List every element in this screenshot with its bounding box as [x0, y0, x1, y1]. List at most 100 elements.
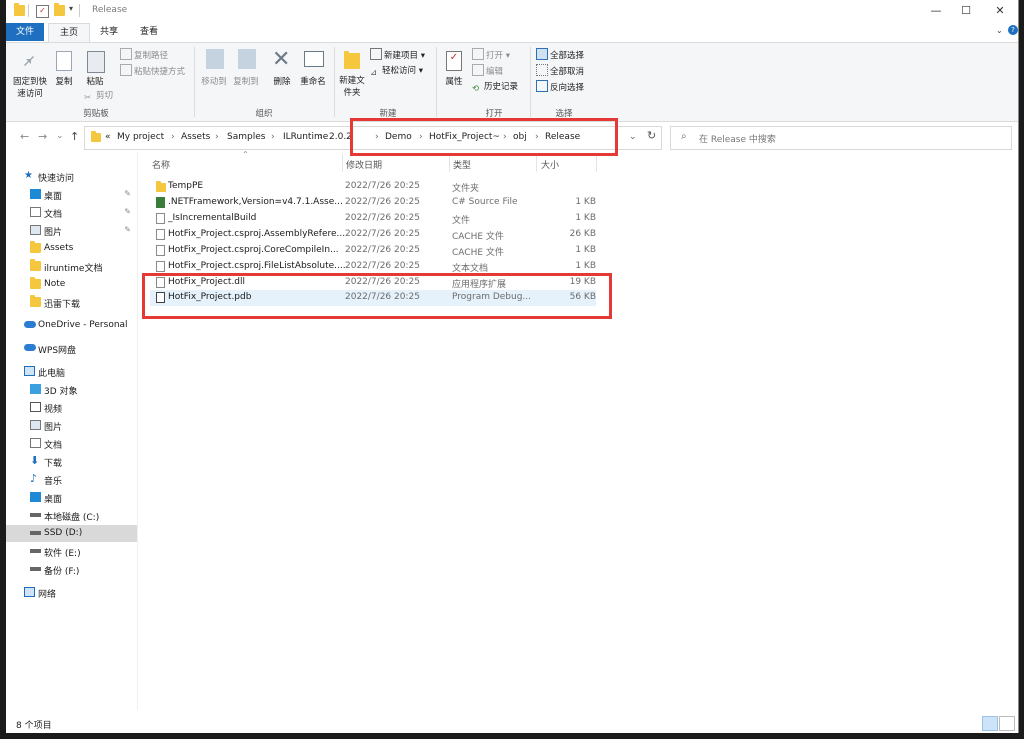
new-item-button[interactable]: 新建项目 ▾ [370, 48, 425, 61]
column-header-type[interactable]: 类型 [453, 158, 471, 171]
details-view-icon[interactable] [982, 716, 998, 731]
address-dropdown-icon[interactable]: ⌄ [629, 132, 637, 142]
new-folder-button[interactable]: 新建文件夹 [336, 75, 368, 99]
breadcrumb-version[interactable]: 2.0.2 [329, 132, 352, 142]
column-header-modified[interactable]: 修改日期 [346, 158, 382, 171]
divider [28, 4, 29, 17]
column-header-name[interactable]: 名称 [152, 158, 170, 171]
invert-selection-button[interactable]: 反向选择 [536, 80, 584, 93]
sidebar-item-videos[interactable]: 视频 [6, 399, 137, 416]
tab-file[interactable]: 文件 [6, 23, 44, 41]
delete-button[interactable]: 删除 [268, 75, 296, 87]
help-icon[interactable]: ? [1008, 25, 1018, 35]
file-row[interactable]: TempPE 2022/7/26 20:25 文件夹 [150, 179, 596, 195]
sidebar-item-pictures[interactable]: 图片 ✎ [6, 222, 137, 239]
divider [530, 47, 531, 117]
tab-view[interactable]: 查看 [130, 23, 168, 41]
move-to-button[interactable]: 移动到 [198, 75, 230, 87]
open-icon [472, 48, 484, 60]
collapse-ribbon-icon[interactable]: ⌄ [996, 26, 1003, 35]
column-divider[interactable] [342, 154, 343, 172]
cut-button[interactable]: ✂ 剪切 [84, 89, 113, 103]
copy-to-button[interactable]: 复制到 [230, 75, 262, 87]
breadcrumb-samples[interactable]: Samples [227, 132, 265, 142]
sidebar-item-drive-f[interactable]: 备份 (F:) [6, 561, 137, 578]
sidebar-item-drive-c[interactable]: 本地磁盘 (C:) [6, 507, 137, 524]
file-icon [156, 213, 165, 224]
sidebar-item-ilruntime-docs[interactable]: ilruntime文档 [6, 258, 137, 275]
music-note-icon: ♪ [30, 472, 38, 485]
sidebar-wps-drive[interactable]: WPS网盘 [6, 340, 137, 357]
sidebar-item-xunlei-downloads[interactable]: 迅雷下载 [6, 294, 137, 311]
pin-icon[interactable]: ✎ [124, 225, 131, 234]
chevron-right-icon[interactable]: › [271, 132, 275, 142]
file-row[interactable]: HotFix_Project.csproj.CoreCompileIn... 2… [150, 243, 596, 259]
breadcrumb-my-project[interactable]: My project [117, 132, 164, 142]
properties-check-icon[interactable]: ✓ [36, 5, 49, 18]
sidebar-item-assets[interactable]: Assets [6, 240, 137, 257]
new-item-icon [370, 48, 382, 60]
history-icon: ⟲ [472, 84, 480, 94]
column-divider[interactable] [536, 154, 537, 172]
breadcrumb-overflow[interactable]: « [105, 132, 111, 142]
column-divider[interactable] [449, 154, 450, 172]
tab-home[interactable]: 主页 [48, 23, 90, 42]
history-button[interactable]: ⟲ 历史记录 [472, 80, 518, 94]
chevron-right-icon[interactable]: › [171, 132, 175, 142]
column-header-size[interactable]: 大小 [541, 158, 559, 171]
sidebar-item-documents-pc[interactable]: 文档 [6, 435, 137, 452]
sidebar-item-pictures-pc[interactable]: 图片 [6, 417, 137, 434]
recent-locations-button[interactable]: ⌄ [56, 131, 64, 141]
sidebar-item-desktop[interactable]: 桌面 ✎ [6, 186, 137, 203]
search-box[interactable]: ⌕ 在 Release 中搜索 [670, 126, 1012, 150]
paste-button[interactable]: 粘贴 [83, 75, 107, 87]
chevron-right-icon[interactable]: › [215, 132, 219, 142]
paste-shortcut-button[interactable]: 粘贴快捷方式 [120, 64, 185, 77]
tab-share[interactable]: 共享 [90, 23, 128, 41]
sidebar-item-documents[interactable]: 文档 ✎ [6, 204, 137, 221]
sidebar-item-drive-d[interactable]: SSD (D:) [6, 525, 137, 542]
new-folder-icon[interactable] [54, 3, 65, 16]
refresh-button[interactable]: ↻ [647, 129, 656, 142]
file-row[interactable]: HotFix_Project.csproj.AssemblyRefere... … [150, 227, 596, 243]
sidebar-item-drive-e[interactable]: 软件 (E:) [6, 543, 137, 560]
sidebar-network[interactable]: 网络 [6, 584, 137, 601]
forward-button[interactable]: → [38, 130, 47, 143]
sidebar-item-music[interactable]: ♪ 音乐 [6, 471, 137, 488]
file-row[interactable]: _IsIncrementalBuild 2022/7/26 20:25 文件 1… [150, 211, 596, 227]
minimize-button[interactable]: — [922, 3, 950, 19]
cloud-icon [24, 344, 36, 351]
copy-to-icon [238, 49, 256, 69]
rename-button[interactable]: 重命名 [296, 75, 330, 87]
pin-icon[interactable]: ✎ [124, 189, 131, 198]
copy-path-button[interactable]: 复制路径 [120, 48, 168, 61]
copy-button[interactable]: 复制 [52, 75, 76, 87]
easy-access-button[interactable]: ⊿ 轻松访问 ▾ [370, 64, 423, 78]
file-row[interactable]: .NETFramework,Version=v4.7.1.Asse... 202… [150, 195, 596, 211]
large-icons-view-icon[interactable] [999, 716, 1015, 731]
edit-icon [472, 64, 484, 76]
file-icon [156, 229, 165, 240]
sidebar-quick-access[interactable]: ★ 快速访问 [6, 168, 137, 185]
sidebar-this-pc[interactable]: 此电脑 [6, 363, 137, 380]
sidebar-item-downloads[interactable]: ⬇ 下载 [6, 453, 137, 470]
properties-button[interactable]: 属性 [440, 75, 468, 87]
back-button[interactable]: ← [20, 130, 29, 143]
window-title: Release [92, 5, 128, 15]
pin-quick-access-button[interactable]: 固定到快速访问 [10, 75, 50, 99]
select-all-button[interactable]: 全部选择 [536, 48, 584, 61]
select-none-button[interactable]: 全部取消 [536, 64, 584, 77]
edit-button[interactable]: 编辑 [472, 64, 503, 77]
up-button[interactable]: ↑ [70, 130, 79, 143]
close-button[interactable]: ✕ [986, 3, 1014, 19]
maximize-button[interactable]: ☐ [952, 3, 980, 19]
column-divider[interactable] [596, 154, 597, 172]
sidebar-item-desktop-pc[interactable]: 桌面 [6, 489, 137, 506]
breadcrumb-assets[interactable]: Assets [181, 132, 210, 142]
sidebar-onedrive[interactable]: OneDrive - Personal [6, 317, 137, 334]
pin-icon[interactable]: ✎ [124, 207, 131, 216]
chevron-right-icon[interactable]: › [319, 132, 323, 142]
open-button[interactable]: 打开 ▾ [472, 48, 510, 61]
sidebar-item-3d-objects[interactable]: 3D 对象 [6, 381, 137, 398]
sidebar-item-note[interactable]: Note [6, 276, 137, 293]
